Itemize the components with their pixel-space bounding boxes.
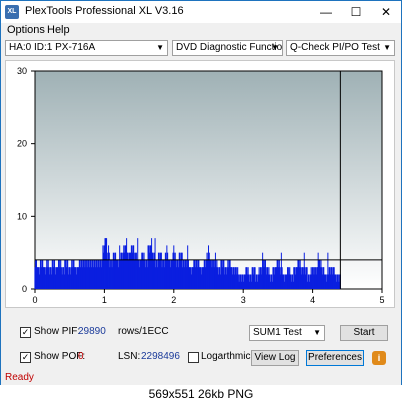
app-window: XL PlexTools Professional XL V3.16 — ☐ ✕… — [0, 0, 402, 386]
window-title: PlexTools Professional XL V3.16 — [25, 5, 184, 17]
x-tick-label: 2 — [171, 295, 176, 305]
image-caption: 569x551 26kb PNG — [0, 385, 402, 404]
preferences-button[interactable]: Preferences — [306, 350, 364, 366]
info-icon[interactable]: i — [372, 351, 386, 365]
rows-label: rows/1ECC — [118, 326, 169, 337]
lsn-value: 2298496 — [141, 351, 180, 362]
function-select-value: DVD Diagnostic Functions — [176, 42, 283, 53]
lsn-label: LSN: — [118, 351, 141, 362]
y-tick-label: 0 — [22, 284, 27, 294]
show-pif-checkbox[interactable]: ✓ — [20, 327, 31, 338]
toolbar: HA:0 ID:1 PX-716A ▼ DVD Diagnostic Funct… — [1, 39, 401, 59]
chevron-down-icon: ▼ — [383, 43, 391, 52]
test-select-value: Q-Check PI/PO Test — [290, 42, 380, 53]
minimize-button[interactable]: — — [311, 1, 341, 23]
logarithmic-label: Logarthmic — [201, 351, 251, 362]
x-tick-label: 3 — [241, 295, 246, 305]
controls-panel: ✓ Show PIF: 29890 rows/1ECC ✓ Show POF: … — [1, 317, 401, 375]
maximize-button[interactable]: ☐ — [341, 1, 371, 23]
sum-test-select[interactable]: SUM1 Test ▼ — [249, 325, 325, 341]
chevron-down-icon: ▼ — [271, 43, 279, 52]
logarithmic-checkbox[interactable] — [188, 352, 199, 363]
status-text: Ready — [5, 372, 34, 383]
view-log-button[interactable]: View Log — [251, 350, 299, 366]
drive-select[interactable]: HA:0 ID:1 PX-716A ▼ — [5, 40, 168, 56]
y-tick-label: 10 — [17, 211, 27, 221]
menu-help[interactable]: Help — [47, 24, 70, 36]
close-button[interactable]: ✕ — [371, 1, 401, 23]
chart-panel: 0 10 20 30 0 1 2 3 4 5 — [5, 60, 395, 308]
chevron-down-icon: ▼ — [313, 328, 321, 337]
menu-options[interactable]: Options — [7, 24, 45, 36]
pipo-chart: 0 10 20 30 0 1 2 3 4 5 — [17, 66, 385, 305]
show-pif-label: Show PIF: — [34, 326, 81, 337]
y-tick-label: 30 — [17, 66, 27, 76]
title-bar: XL PlexTools Professional XL V3.16 — ☐ ✕ — [1, 1, 401, 23]
x-tick-label: 5 — [379, 295, 384, 305]
sum-test-value: SUM1 Test — [253, 327, 302, 338]
x-tick-label: 1 — [102, 295, 107, 305]
show-pof-checkbox[interactable]: ✓ — [20, 352, 31, 363]
test-select[interactable]: Q-Check PI/PO Test ▼ — [286, 40, 395, 56]
menu-bar: Options Help — [1, 23, 401, 39]
pof-value: 0 — [78, 351, 84, 362]
pif-value: 29890 — [78, 326, 106, 337]
app-icon: XL — [5, 5, 19, 19]
drive-select-value: HA:0 ID:1 PX-716A — [9, 42, 96, 53]
x-tick-label: 0 — [32, 295, 37, 305]
status-bar: Ready — [1, 371, 401, 385]
x-tick-label: 4 — [310, 295, 315, 305]
chevron-down-icon: ▼ — [156, 43, 164, 52]
start-button[interactable]: Start — [340, 325, 388, 341]
function-select[interactable]: DVD Diagnostic Functions ▼ — [172, 40, 283, 56]
y-tick-label: 20 — [17, 139, 27, 149]
